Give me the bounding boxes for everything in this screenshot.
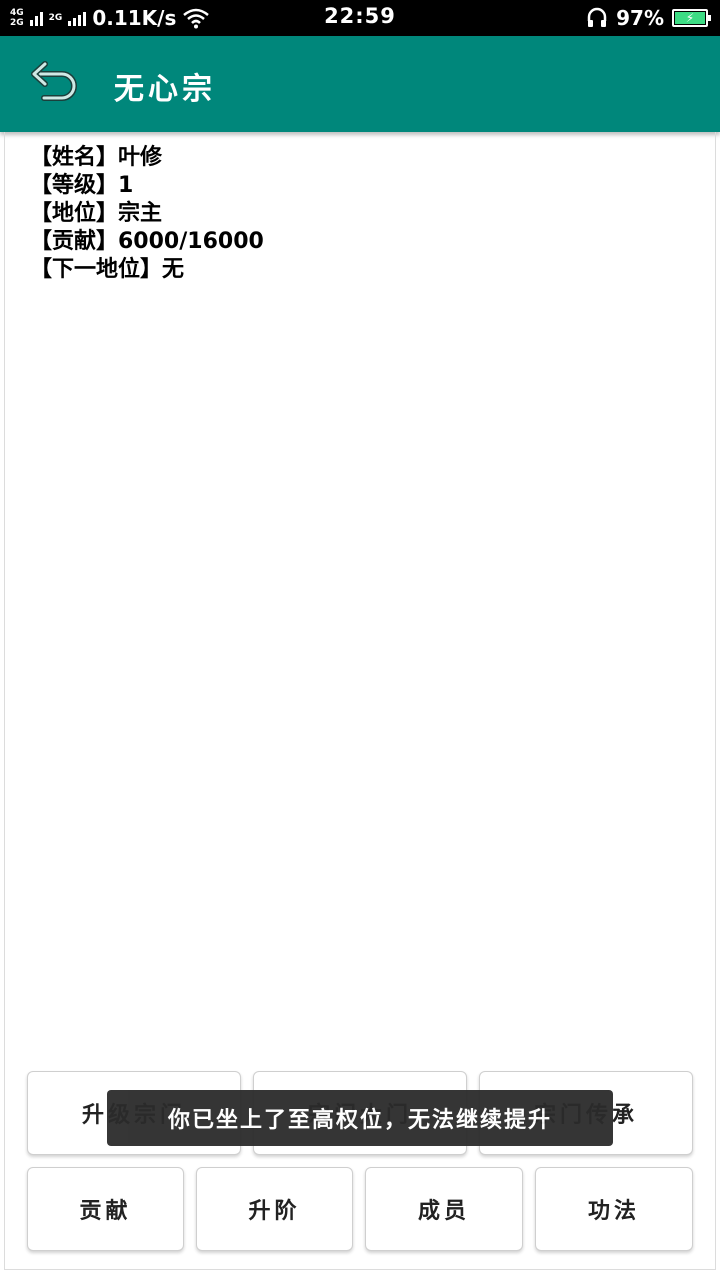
- skills-button[interactable]: 功法: [535, 1167, 693, 1251]
- sect-info: 【姓名】叶修 【等级】1 【地位】宗主 【贡献】6000/16000 【下一地位…: [30, 144, 264, 284]
- info-name: 【姓名】叶修: [30, 145, 163, 170]
- battery-icon: ⚡: [672, 9, 711, 27]
- headset-icon: [587, 7, 607, 27]
- battery-percent: 97%: [616, 6, 664, 30]
- contribute-button[interactable]: 贡献: [27, 1167, 184, 1251]
- info-next-position: 【下一地位】无: [30, 257, 185, 282]
- status-right: 97% ⚡: [586, 4, 711, 32]
- info-contribution: 【贡献】6000/16000: [30, 229, 264, 254]
- battery-charging-icon: ⚡: [675, 11, 705, 25]
- info-position: 【地位】宗主: [30, 201, 163, 226]
- page-title: 无心宗: [114, 72, 216, 107]
- status-bar: 4G 2G 2G 0.11K/s 22:59 97% ⚡: [0, 0, 720, 36]
- app-bar: 无心宗: [0, 36, 720, 132]
- info-level: 【等级】1: [30, 173, 134, 198]
- back-button[interactable]: [28, 60, 84, 108]
- members-button[interactable]: 成员: [365, 1167, 523, 1251]
- toast-message: 你已坐上了至高权位，无法继续提升: [107, 1090, 613, 1146]
- back-arrow-icon: [31, 61, 77, 101]
- promote-button[interactable]: 升阶: [196, 1167, 353, 1251]
